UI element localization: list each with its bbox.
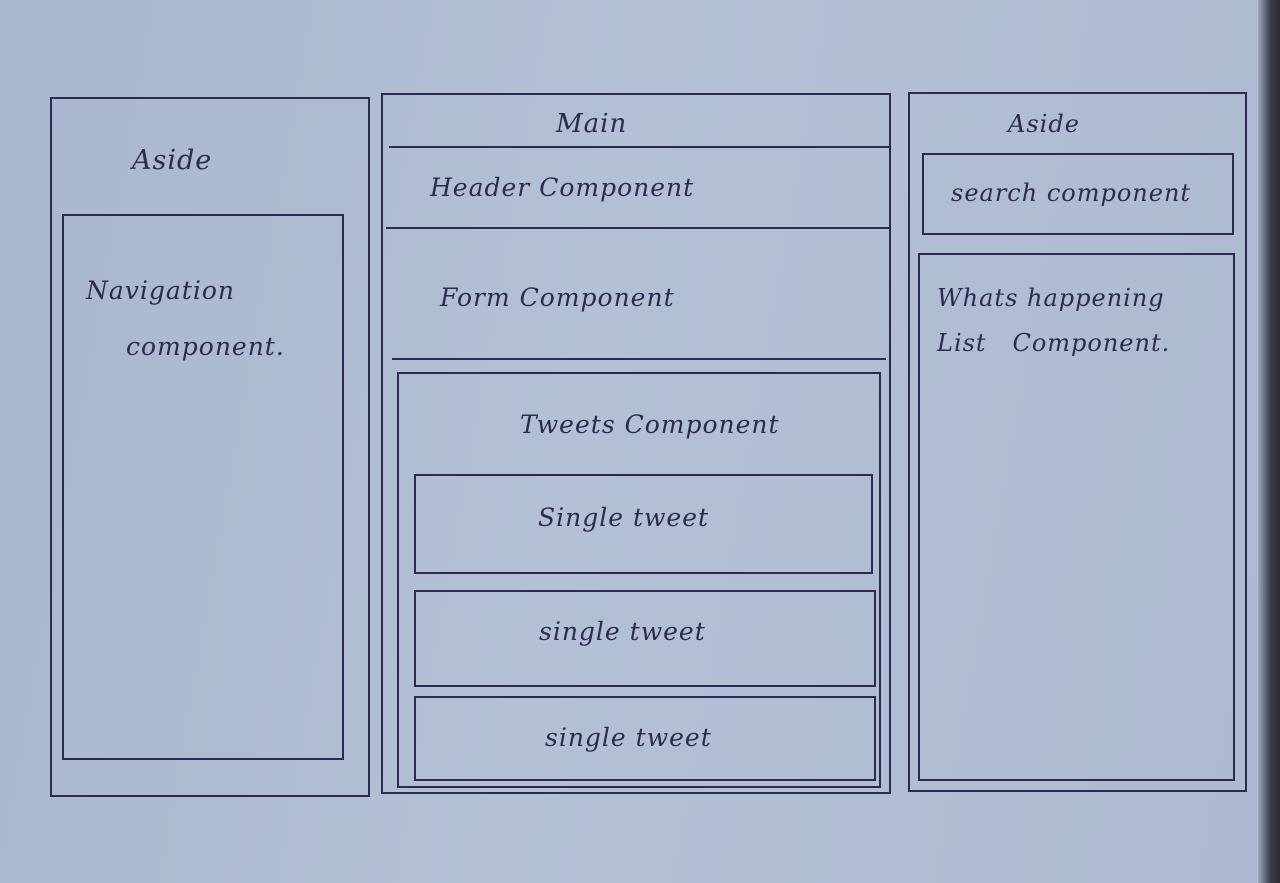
- navigation-label-line1: Navigation: [86, 276, 236, 305]
- tweets-component-title: Tweets Component: [520, 410, 780, 439]
- form-divider: [392, 358, 886, 360]
- single-tweet-1-label: Single tweet: [538, 503, 710, 532]
- main-title-divider: [389, 146, 889, 148]
- left-aside-title: Aside: [132, 145, 213, 176]
- whats-happening-line1: Whats happening: [937, 284, 1165, 312]
- search-component-label: search component: [951, 179, 1192, 207]
- header-divider: [386, 227, 889, 229]
- header-component-label: Header Component: [430, 173, 695, 202]
- main-title: Main: [556, 109, 628, 139]
- single-tweet-3-label: single tweet: [545, 723, 712, 752]
- form-component-label: Form Component: [440, 283, 675, 312]
- right-aside-title: Aside: [1008, 110, 1080, 138]
- paper-edge: [1258, 0, 1280, 883]
- single-tweet-2-label: single tweet: [539, 617, 706, 646]
- navigation-label-line2: component.: [126, 332, 285, 361]
- whats-happening-line2: List Component.: [937, 329, 1171, 357]
